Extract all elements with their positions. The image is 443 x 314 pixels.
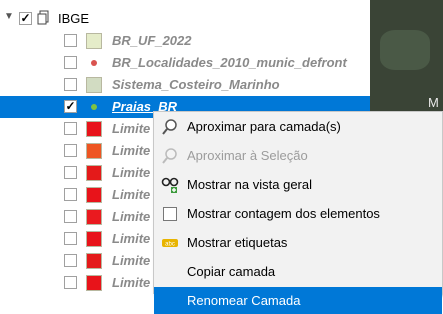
layer-checkbox[interactable] (64, 122, 77, 135)
fill-symbol-icon (86, 275, 102, 291)
fill-symbol-icon (86, 33, 102, 49)
context-menu-item-label: Renomear Camada (187, 293, 301, 308)
layer-label: Limite (112, 209, 151, 224)
map-label: M (428, 95, 439, 110)
layer-checkbox[interactable] (64, 56, 77, 69)
layer-checkbox[interactable] (64, 144, 77, 157)
context-menu-item-label: Aproximar à Seleção (187, 148, 308, 163)
fill-symbol-icon (86, 187, 102, 203)
folder-icon (37, 10, 51, 25)
checkbox-icon (161, 205, 179, 223)
group-label: IBGE (58, 11, 90, 26)
zoom-to-selection-icon (161, 147, 179, 165)
layer-label: Limite (112, 275, 151, 290)
context-menu-item-label: Copiar camada (187, 264, 276, 279)
layer-checkbox[interactable]: ✓ (64, 100, 77, 113)
context-menu-item[interactable]: Renomear Camada (154, 287, 442, 314)
fill-symbol-icon (86, 121, 102, 137)
context-menu-item-label: Mostrar na vista geral (187, 177, 312, 192)
layer-checkbox[interactable] (64, 276, 77, 289)
context-menu-item[interactable]: Mostrar na vista geral (154, 171, 442, 198)
fill-symbol-icon (86, 165, 102, 181)
group-row-ibge[interactable]: ▼ ✓ IBGE (0, 8, 370, 30)
zoom-to-layer-icon (161, 118, 179, 136)
group-checkbox[interactable]: ✓ (19, 12, 32, 25)
layer-label: BR_UF_2022 (112, 33, 192, 48)
context-menu-item-label: Mostrar contagem dos elementos (187, 206, 380, 221)
context-menu-item[interactable]: Aproximar à Seleção (154, 142, 442, 169)
layer-checkbox[interactable] (64, 34, 77, 47)
layer-checkbox[interactable] (64, 254, 77, 267)
layer-label: Limite (112, 121, 151, 136)
layer-checkbox[interactable] (64, 78, 77, 91)
fill-symbol-icon (86, 209, 102, 225)
overview-icon (161, 176, 179, 194)
fill-symbol-icon (86, 231, 102, 247)
point-symbol-icon (86, 99, 102, 115)
layer-label: Limite (112, 187, 151, 202)
layer-label: Limite (112, 253, 151, 268)
layer-checkbox[interactable] (64, 188, 77, 201)
context-menu: Aproximar para camada(s) Aproximar à Sele… (153, 111, 443, 314)
fill-symbol-icon (86, 77, 102, 93)
layer-row[interactable]: BR_UF_2022 (0, 30, 370, 52)
layer-checkbox[interactable] (64, 210, 77, 223)
layer-label: Limite (112, 165, 151, 180)
context-menu-item[interactable]: Mostrar contagem dos elementos (154, 200, 442, 227)
point-symbol-icon (86, 55, 102, 71)
context-menu-item[interactable]: Aproximar para camada(s) (154, 113, 442, 140)
layer-label: Limite (112, 231, 151, 246)
layer-checkbox[interactable] (64, 166, 77, 179)
collapse-arrow-icon[interactable]: ▼ (4, 11, 14, 22)
layer-label: Limite (112, 143, 151, 158)
svg-text:abc: abc (165, 242, 175, 248)
labels-icon: abc (161, 234, 179, 252)
fill-symbol-icon (86, 143, 102, 159)
fill-symbol-icon (86, 253, 102, 269)
layer-row[interactable]: BR_Localidades_2010_munic_defront (0, 52, 370, 74)
context-menu-item[interactable]: abc Mostrar etiquetas (154, 229, 442, 256)
context-menu-item-label: Mostrar etiquetas (187, 235, 288, 250)
layer-row[interactable]: Sistema_Costeiro_Marinho (0, 74, 370, 96)
context-menu-item-label: Aproximar para camada(s) (187, 119, 341, 134)
layer-label: BR_Localidades_2010_munic_defront (112, 55, 347, 70)
layer-checkbox[interactable] (64, 232, 77, 245)
layer-label: Sistema_Costeiro_Marinho (112, 77, 280, 92)
context-menu-item[interactable]: Copiar camada (154, 258, 442, 285)
map-terrain (380, 30, 430, 70)
